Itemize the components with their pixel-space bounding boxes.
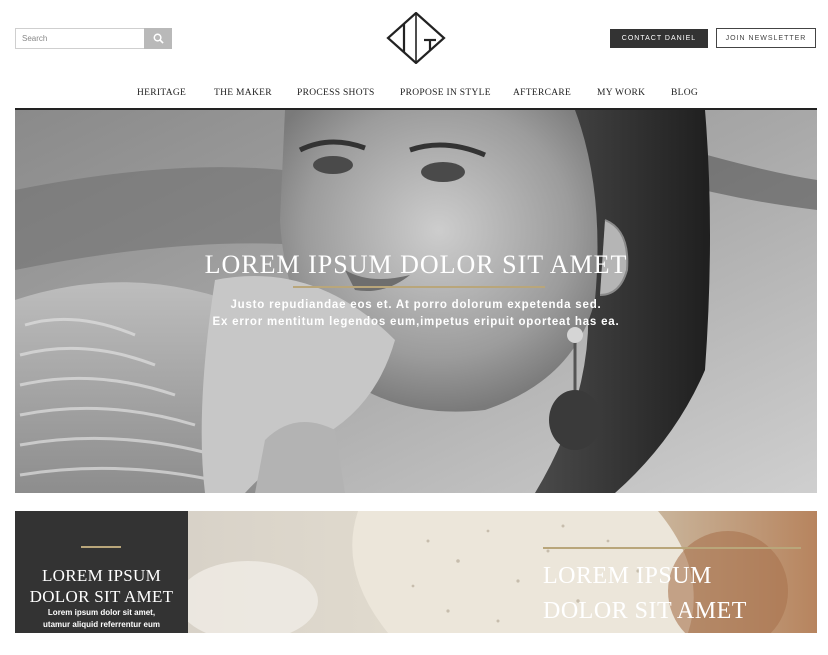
main-nav: HERITAGE THE MAKER PROCESS SHOTS PROPOSE…: [15, 88, 817, 108]
search-button[interactable]: [144, 28, 172, 49]
promo-right-title-line-2: DOLOR SIT AMET: [543, 598, 747, 624]
nav-item-my-work[interactable]: MY WORK: [597, 88, 645, 98]
site-header: CONTACT DANIEL JOIN NEWSLETTER HERITAGE …: [0, 0, 828, 110]
hero-title: LOREM IPSUM DOLOR SIT AMET: [204, 250, 628, 279]
promo-left-text-line-1: Lorem ipsum dolor sit amet,: [47, 608, 156, 617]
hero-subtitle-line-2: Ex error mentitum legendos eum,impetus e…: [212, 316, 620, 328]
hero-subtitle-line-1: Justo repudiandae eos et. At porro dolor…: [230, 299, 602, 311]
promo-right-rule: [543, 547, 801, 549]
hero-title-underline: [293, 286, 545, 288]
promo-right-panel[interactable]: LOREM IPSUM DOLOR SIT AMET: [188, 511, 817, 633]
promo-left-rule: [81, 546, 121, 548]
nav-item-aftercare[interactable]: AFTERCARE: [513, 88, 571, 98]
hero-banner: LOREM IPSUM DOLOR SIT AMET Justo repudia…: [15, 110, 817, 493]
promo-left-title-line-2: DOLOR SIT AMET: [29, 587, 174, 606]
promo-left-text-line-2: utamur aliquid referrentur eum: [43, 620, 160, 629]
promo-left-title: LOREM IPSUM DOLOR SIT AMET: [15, 565, 188, 607]
nav-item-process-shots[interactable]: PROCESS SHOTS: [297, 88, 375, 98]
promo-left-panel[interactable]: LOREM IPSUM DOLOR SIT AMET Lorem ipsum d…: [15, 511, 188, 633]
search-input[interactable]: [15, 28, 144, 49]
promo-right-title: LOREM IPSUM DOLOR SIT AMET: [543, 559, 747, 629]
nav-item-blog[interactable]: BLOG: [671, 88, 698, 98]
contact-daniel-button[interactable]: CONTACT DANIEL: [610, 29, 708, 48]
nav-item-propose-in-style[interactable]: PROPOSE IN STYLE: [400, 88, 491, 98]
join-newsletter-button[interactable]: JOIN NEWSLETTER: [716, 28, 816, 48]
promo-left-title-line-1: LOREM IPSUM: [41, 566, 161, 585]
nav-item-heritage[interactable]: HERITAGE: [137, 88, 186, 98]
promo-row: LOREM IPSUM DOLOR SIT AMET Lorem ipsum d…: [15, 511, 817, 633]
promo-right-title-line-1: LOREM IPSUM: [543, 563, 712, 589]
dg-monogram-logo[interactable]: [386, 12, 446, 64]
promo-left-text: Lorem ipsum dolor sit amet, utamur aliqu…: [15, 607, 188, 631]
search-bar: [15, 28, 172, 49]
search-icon: [153, 33, 164, 44]
nav-item-the-maker[interactable]: THE MAKER: [214, 88, 272, 98]
